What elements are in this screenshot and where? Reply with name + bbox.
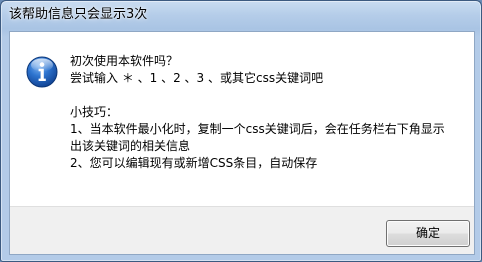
button-bar: 确定	[10, 206, 474, 254]
message-area: 初次使用本软件吗？ 尝试输入 ＊ 、1 、2 、3 、或其它css关键词吧 小技…	[10, 32, 474, 206]
ok-button[interactable]: 确定	[386, 220, 470, 247]
dialog-client-area: 初次使用本软件吗？ 尝试输入 ＊ 、1 、2 、3 、或其它css关键词吧 小技…	[9, 31, 475, 255]
dialog-window: 该帮助信息只会显示3次 初次使用本软件吗？ 尝试输入 ＊ 、1 、2 、3 、或…	[0, 0, 482, 262]
message-line: 尝试输入 ＊ 、1 、2 、3 、或其它css关键词吧	[70, 71, 324, 85]
title-bar[interactable]: 该帮助信息只会显示3次	[1, 1, 481, 31]
message-text: 初次使用本软件吗？ 尝试输入 ＊ 、1 、2 、3 、或其它css关键词吧 小技…	[70, 53, 470, 172]
message-line: 出该关键词的相关信息	[70, 139, 191, 153]
info-icon	[26, 56, 58, 88]
message-line: 初次使用本软件吗？	[70, 54, 179, 68]
message-line: 2、您可以编辑现有或新增CSS条目，自动保存	[70, 156, 318, 170]
message-line: 1、当本软件最小化时，复制一个css关键词后，会在任务栏右下角显示	[70, 122, 445, 136]
window-title: 该帮助信息只会显示3次	[9, 7, 148, 22]
message-line: 小技巧：	[70, 105, 119, 119]
